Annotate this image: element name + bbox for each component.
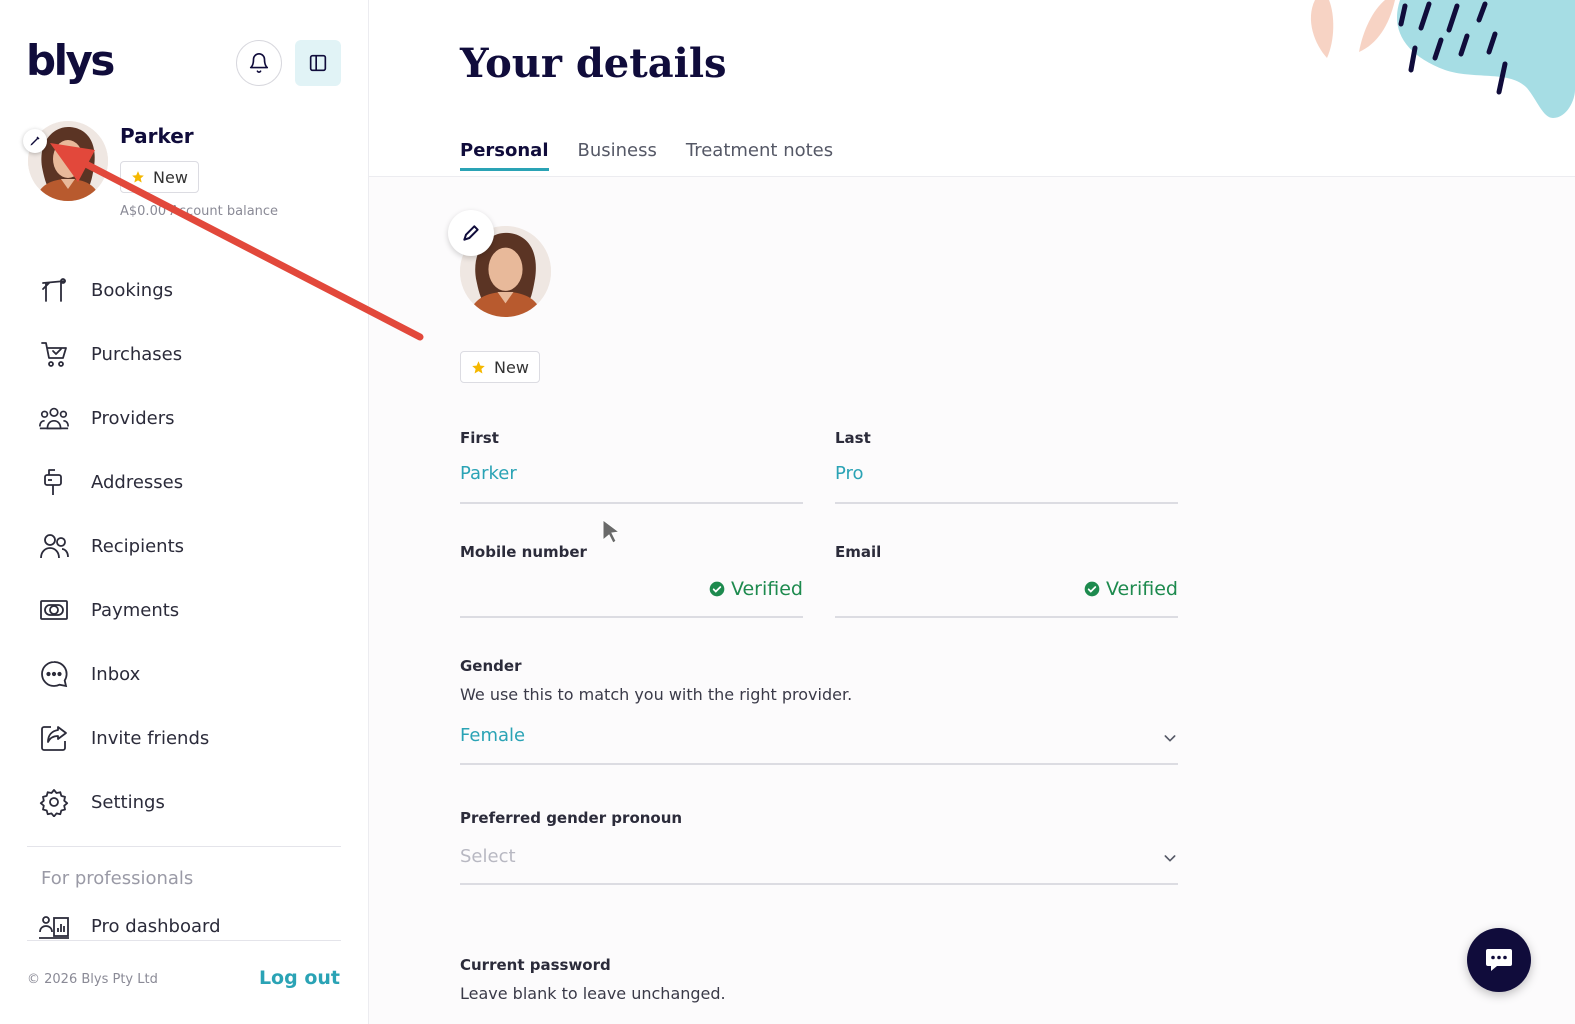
first-name-field[interactable]: First Parker bbox=[460, 429, 803, 505]
for-professionals-label: For professionals bbox=[41, 868, 194, 889]
field-underline bbox=[460, 883, 1178, 885]
last-name-field[interactable]: Last Pro bbox=[835, 429, 1178, 505]
field-underline bbox=[835, 502, 1178, 504]
sidebar-item-label: Pro dashboard bbox=[91, 916, 221, 937]
verified-label: Verified bbox=[730, 578, 803, 600]
payments-icon bbox=[38, 594, 70, 626]
sidebar-item-settings[interactable]: Settings bbox=[0, 770, 369, 834]
page-header: Your details Personal Business Treatment… bbox=[369, 0, 1575, 177]
collapse-sidebar-button[interactable] bbox=[295, 40, 341, 86]
live-chat-button[interactable] bbox=[1467, 928, 1531, 992]
gender-select[interactable]: Gender We use this to match you with the… bbox=[460, 657, 1178, 767]
status-badge-label: New bbox=[494, 357, 529, 377]
tab-bar: Personal Business Treatment notes bbox=[460, 140, 833, 171]
sidebar-item-label: Recipients bbox=[91, 535, 185, 557]
sidebar-item-label: Payments bbox=[91, 599, 180, 621]
current-password-help-text: Leave blank to leave unchanged. bbox=[460, 984, 726, 1003]
footer-divider bbox=[27, 940, 341, 941]
first-name-value[interactable]: Parker bbox=[460, 463, 517, 484]
field-underline bbox=[460, 616, 803, 618]
sidebar-item-addresses[interactable]: Addresses bbox=[0, 450, 369, 514]
blys-logo[interactable]: blys bbox=[26, 36, 115, 85]
avatar-edit-button[interactable] bbox=[448, 210, 494, 256]
main-content: Your details Personal Business Treatment… bbox=[369, 0, 1575, 1024]
sidebar-item-label: Addresses bbox=[91, 471, 184, 493]
verified-label: Verified bbox=[1105, 578, 1178, 600]
providers-icon bbox=[38, 402, 70, 434]
sidebar-divider bbox=[27, 846, 341, 847]
profile-name: Parker bbox=[120, 124, 194, 148]
sidebar-item-bookings[interactable]: Bookings bbox=[0, 258, 369, 322]
page-title: Your details bbox=[460, 40, 727, 87]
cart-icon bbox=[38, 338, 70, 370]
chevron-down-icon[interactable] bbox=[1162, 730, 1178, 746]
current-password-field[interactable]: Current password Leave blank to leave un… bbox=[460, 956, 1178, 1016]
decorative-pattern-icon bbox=[1310, 0, 1575, 118]
sidebar-item-payments[interactable]: Payments bbox=[0, 578, 369, 642]
sidebar-item-invite-friends[interactable]: Invite friends bbox=[0, 706, 369, 770]
sidebar-item-label: Providers bbox=[91, 407, 175, 429]
account-balance: A$0.00 Account balance bbox=[120, 204, 279, 219]
mobile-number-label: Mobile number bbox=[460, 543, 587, 561]
gender-label: Gender bbox=[460, 657, 522, 675]
pencil-icon bbox=[30, 136, 40, 146]
notifications-button[interactable] bbox=[236, 40, 282, 86]
status-badge-label: New bbox=[153, 167, 188, 187]
email-field[interactable]: Email Verified bbox=[835, 543, 1178, 619]
field-underline bbox=[460, 502, 803, 504]
chevron-down-icon[interactable] bbox=[1162, 850, 1178, 866]
logout-link[interactable]: Log out bbox=[259, 967, 340, 989]
sidebar-nav: Bookings Purchases Providers Addresses R… bbox=[0, 258, 369, 834]
mobile-verified-status: Verified bbox=[709, 578, 803, 600]
first-name-label: First bbox=[460, 429, 499, 447]
gear-icon bbox=[38, 786, 70, 818]
mailbox-icon bbox=[38, 466, 70, 498]
field-underline bbox=[835, 616, 1178, 618]
share-icon bbox=[38, 722, 70, 754]
sidebar-item-label: Settings bbox=[91, 791, 165, 813]
profile-edit-button[interactable] bbox=[23, 129, 47, 153]
email-verified-status: Verified bbox=[1084, 578, 1178, 600]
sidebar-item-inbox[interactable]: Inbox bbox=[0, 642, 369, 706]
tab-treatment-notes[interactable]: Treatment notes bbox=[686, 140, 833, 169]
sidebar: blys Parker New A$0.00 Account balance B… bbox=[0, 0, 369, 1024]
tab-personal[interactable]: Personal bbox=[460, 140, 549, 171]
current-password-label: Current password bbox=[460, 956, 611, 974]
recipients-icon bbox=[38, 530, 70, 562]
field-underline bbox=[460, 763, 1178, 765]
status-badge: New bbox=[460, 351, 540, 383]
sidebar-item-label: Invite friends bbox=[91, 727, 210, 749]
sidebar-item-label: Bookings bbox=[91, 279, 174, 301]
sidebar-item-recipients[interactable]: Recipients bbox=[0, 514, 369, 578]
tab-business[interactable]: Business bbox=[578, 140, 657, 169]
pencil-icon bbox=[463, 225, 479, 241]
sidebar-item-pro-dashboard[interactable]: Pro dashboard bbox=[0, 906, 369, 950]
gender-help-text: We use this to match you with the right … bbox=[460, 685, 853, 704]
pronoun-placeholder[interactable]: Select bbox=[460, 846, 516, 867]
gender-value[interactable]: Female bbox=[460, 725, 525, 746]
last-name-value[interactable]: Pro bbox=[835, 463, 864, 484]
pronoun-label: Preferred gender pronoun bbox=[460, 809, 683, 827]
bell-icon bbox=[249, 53, 269, 73]
chat-bubble-icon bbox=[38, 658, 70, 690]
sidebar-item-purchases[interactable]: Purchases bbox=[0, 322, 369, 386]
status-badge: New bbox=[120, 161, 199, 193]
sidebar-item-providers[interactable]: Providers bbox=[0, 386, 369, 450]
check-circle-icon bbox=[709, 581, 725, 597]
chat-icon bbox=[1486, 949, 1512, 971]
sidebar-panel-icon bbox=[309, 54, 327, 72]
email-label: Email bbox=[835, 543, 882, 561]
pronoun-select[interactable]: Preferred gender pronoun Select bbox=[460, 809, 1178, 887]
last-name-label: Last bbox=[835, 429, 871, 447]
sidebar-item-label: Inbox bbox=[91, 663, 141, 685]
mobile-number-field[interactable]: Mobile number Verified bbox=[460, 543, 803, 619]
check-circle-icon bbox=[1084, 581, 1100, 597]
star-icon bbox=[132, 171, 144, 183]
sidebar-item-label: Purchases bbox=[91, 343, 183, 365]
bookings-icon bbox=[38, 274, 70, 306]
star-icon bbox=[472, 360, 485, 373]
copyright-text: © 2026 Blys Pty Ltd bbox=[27, 972, 158, 987]
